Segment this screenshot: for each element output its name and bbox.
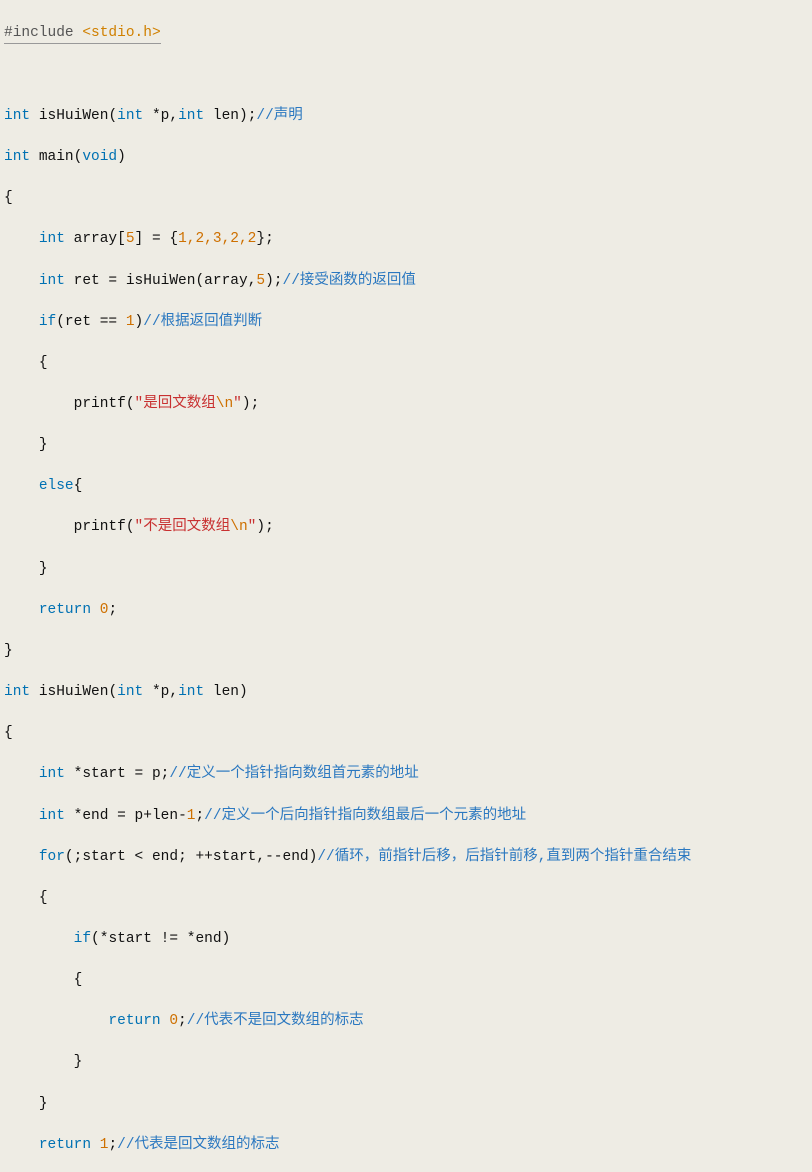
code-line: int ret = isHuiWen(array,5);//接受函数的返回值 <box>4 271 812 292</box>
code-line: if(*start != *end) <box>4 929 812 950</box>
preproc-include: #include <box>4 25 74 41</box>
code-line: printf("不是回文数组\n"); <box>4 517 812 538</box>
keyword: int <box>4 108 30 124</box>
string-literal: 是回文数组 <box>143 396 216 412</box>
code-line: return 1;//代表是回文数组的标志 <box>4 1135 812 1156</box>
comment: //定义一个指针指向数组首元素的地址 <box>169 766 418 782</box>
code-line: if(ret == 1)//根据返回值判断 <box>4 312 812 333</box>
comment: //循环，前指针后移，后指针前移,直到两个指针重合结束 <box>317 849 691 865</box>
code-line: printf("是回文数组\n"); <box>4 394 812 415</box>
code-line: int *end = p+len-1;//定义一个后向指针指向数组最后一个元素的… <box>4 806 812 827</box>
comment: //代表不是回文数组的标志 <box>187 1013 364 1029</box>
comment: //接受函数的返回值 <box>283 273 416 289</box>
code-line: int *start = p;//定义一个指针指向数组首元素的地址 <box>4 764 812 785</box>
comment: //声明 <box>256 108 302 124</box>
comment: //代表是回文数组的标志 <box>117 1137 279 1153</box>
code-line: int array[5] = {1,2,3,2,2}; <box>4 229 812 250</box>
comment: //根据返回值判断 <box>143 314 262 330</box>
string-literal: 不是回文数组 <box>143 519 230 535</box>
code-line: for(;start < end; ++start,--end)//循环，前指针… <box>4 847 812 868</box>
code-line: { <box>4 188 812 209</box>
code-line: } <box>4 641 812 662</box>
code-line <box>4 65 812 86</box>
code-line: return 0;//代表不是回文数组的标志 <box>4 1011 812 1032</box>
code-line: #include <stdio.h> <box>4 23 812 45</box>
function-name: main <box>39 149 74 165</box>
function-name: isHuiWen <box>39 108 109 124</box>
code-line: } <box>4 1052 812 1073</box>
code-line: int isHuiWen(int *p,int len);//声明 <box>4 106 812 127</box>
code-line: { <box>4 723 812 744</box>
header-name: <stdio.h> <box>82 25 160 41</box>
code-line: return 0; <box>4 600 812 621</box>
code-line: int main(void) <box>4 147 812 168</box>
code-line: { <box>4 888 812 909</box>
code-line: } <box>4 435 812 456</box>
code-editor-area: #include <stdio.h> int isHuiWen(int *p,i… <box>0 0 812 1172</box>
comment: //定义一个后向指针指向数组最后一个元素的地址 <box>204 808 526 824</box>
code-line: { <box>4 353 812 374</box>
code-line: } <box>4 559 812 580</box>
code-line: } <box>4 1094 812 1115</box>
function-name: isHuiWen <box>39 684 109 700</box>
code-line: else{ <box>4 476 812 497</box>
code-line: { <box>4 970 812 991</box>
code-line: int isHuiWen(int *p,int len) <box>4 682 812 703</box>
